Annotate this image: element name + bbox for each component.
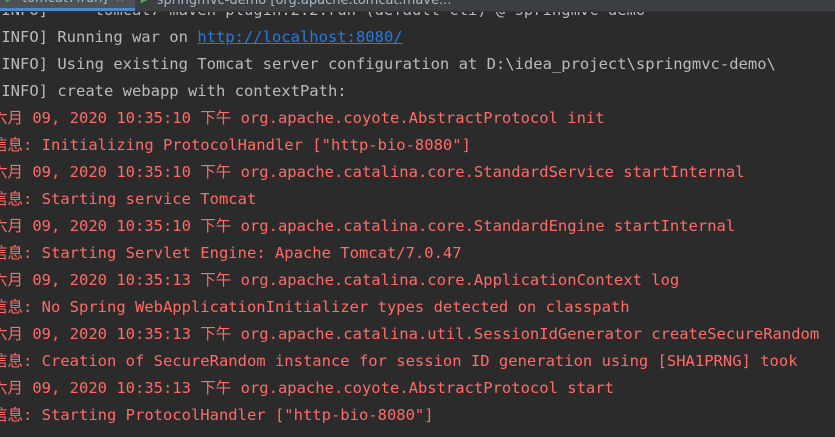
- console-line: 六月 09, 2020 10:35:13 下午 org.apache.coyot…: [0, 379, 614, 397]
- console-line: 六月 09, 2020 10:35:10 下午 org.apache.coyot…: [0, 109, 605, 127]
- console-line: 六月 09, 2020 10:35:10 下午 org.apache.catal…: [0, 217, 736, 235]
- console-output[interactable]: [INFO] --- tomcat7-maven-plugin:2.2:run …: [0, 0, 835, 429]
- console-line: 信息: Starting Servlet Engine: Apache Tomc…: [0, 244, 462, 262]
- console-line: 信息: No Spring WebApplicationInitializer …: [0, 298, 630, 316]
- console-line: [INFO] Running war on http://localhost:8…: [0, 24, 835, 51]
- console-line: 信息: Starting ProtocolHandler ["http-bio-…: [0, 406, 434, 424]
- tab-tomcat7-run[interactable]: ▶ tomcat7:run] ✕: [0, 0, 135, 11]
- console-line: 信息: Initializing ProtocolHandler ["http-…: [0, 136, 471, 154]
- run-config-icon: ▶: [6, 0, 16, 4]
- console-text: [INFO] Running war on: [0, 28, 198, 46]
- close-icon[interactable]: ✕: [115, 0, 124, 12]
- tab-label: springmvc-demo [org.apache.tomcat.mave..…: [156, 0, 452, 8]
- console-line: 六月 09, 2020 10:35:10 下午 org.apache.catal…: [0, 163, 745, 181]
- console-line: [INFO] Using existing Tomcat server conf…: [0, 55, 776, 73]
- console-line: 六月 09, 2020 10:35:13 下午 org.apache.catal…: [0, 271, 680, 289]
- console-line: 信息: Starting service Tomcat: [0, 190, 257, 208]
- maven-run-icon: ▶: [141, 0, 151, 5]
- console-line: [INFO] create webapp with contextPath:: [0, 82, 347, 100]
- console-line: 信息: Creation of SecureRandom instance fo…: [0, 352, 798, 370]
- tab-springmvc-demo[interactable]: ▶ springmvc-demo [org.apache.tomcat.mave…: [135, 0, 462, 11]
- run-tab-bar: ▶ tomcat7:run] ✕ ▶ springmvc-demo [org.a…: [0, 0, 835, 12]
- localhost-link[interactable]: http://localhost:8080/: [197, 28, 402, 46]
- run-console[interactable]: ▶ tomcat7:run] ✕ ▶ springmvc-demo [org.a…: [0, 0, 835, 437]
- console-line: 六月 09, 2020 10:35:13 下午 org.apache.catal…: [0, 325, 820, 343]
- tab-label: tomcat7:run]: [22, 0, 107, 12]
